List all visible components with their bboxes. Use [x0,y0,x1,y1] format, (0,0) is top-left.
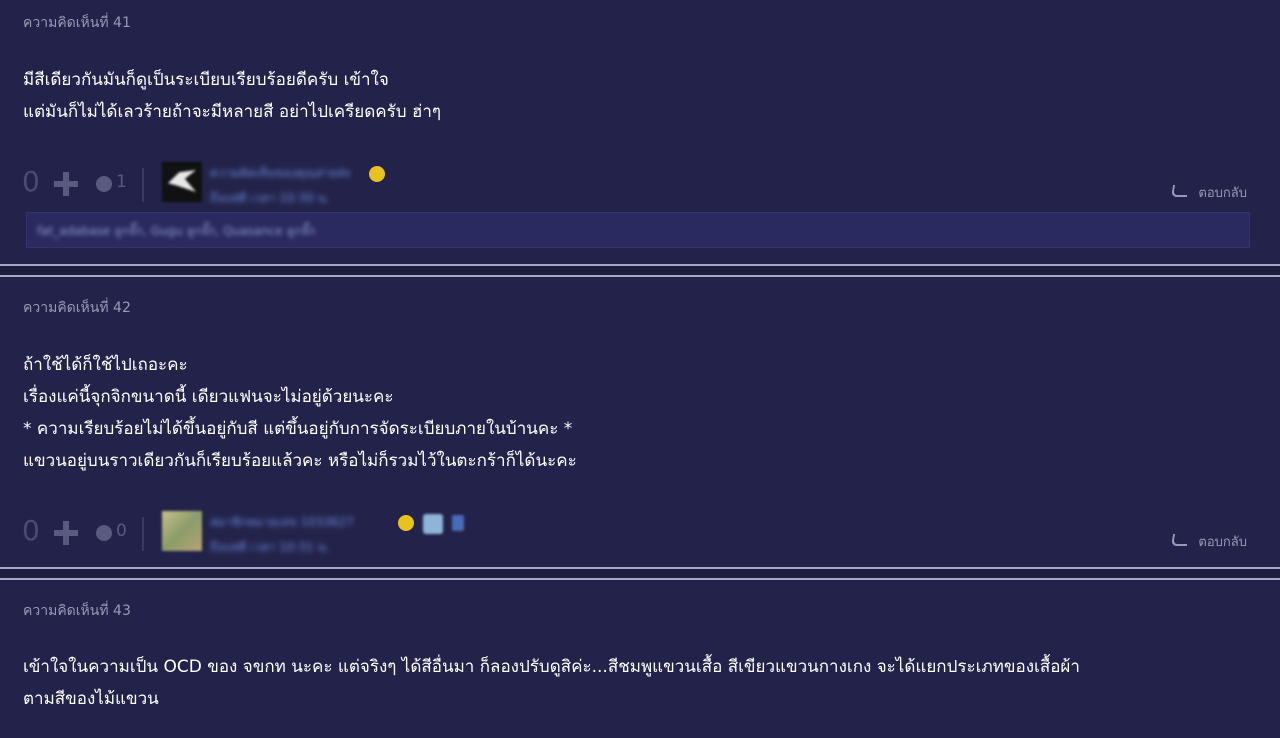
member-badge-icon [423,514,443,534]
reply-button[interactable]: ตอบกลับ [1171,182,1247,203]
comment-body: มีสีเดียวกันมันก็ดูเป็นระเบียบเรียบร้อยด… [23,64,1250,128]
comment-line: เข้าใจในความเป็น OCD ของ จขกท นะคะ แต่จร… [23,657,1080,677]
comment-43: ความคิดเห็นที่ 43 เข้าใจในความเป็น OCD ข… [0,580,1280,738]
comment-footer: 0 1 ความคิดเห็นของคุณสายส่ง ถึงแท่ดี เวล… [0,162,1280,208]
user-name-link[interactable]: สมาชิกหมายเลข 1033627 [210,513,354,532]
posted-time: ถึงแท่ดี เวลา 10:30 น. [210,191,330,205]
comment-body: ถ้าใช้ได้ก็ใช้ไปเถอะคะ เรื่องแค่นี้จุกจิ… [23,349,1250,477]
footer-divider [142,168,144,202]
comment-41: ความคิดเห็นที่ 41 มีสีเดียวกันมันก็ดูเป็… [0,0,1280,266]
likers-text[interactable]: fat_adabase ลูกจั๊ก, Gugu ลูกจั๊ก, Quasa… [37,222,315,241]
vote-count: 0 [22,165,40,198]
comment-line: ตามสีของไม้แขวน [23,689,159,709]
reply-label: ตอบกลับ [1198,535,1247,550]
emotion-count: 0 [116,521,127,541]
comment-number: ความคิดเห็นที่ 43 [23,603,131,619]
comment-number: ความคิดเห็นที่ 41 [23,15,131,31]
smile-badge-icon [398,515,414,531]
footer-divider [142,517,144,551]
comment-number: ความคิดเห็นที่ 42 [23,300,131,316]
comment-divider [0,264,1280,277]
comment-line: มีสีเดียวกันมันก็ดูเป็นระเบียบเรียบร้อยด… [23,70,389,90]
comment-footer: 0 0 สมาชิกหมายเลข 1033627 ถึงแท่ดี เวลา … [0,511,1280,557]
avatar[interactable] [162,162,202,202]
comment-line: ถ้าใช้ได้ก็ใช้ไปเถอะคะ [23,355,188,375]
facebook-badge-icon [452,515,464,531]
user-info: ความคิดเห็นของคุณสายส่ง ถึงแท่ดี เวลา 10… [210,164,350,208]
reply-button[interactable]: ตอบกลับ [1171,531,1247,552]
comment-line: แขวนอยู่บนราวเดียวกันก็เรียบร้อยแล้วคะ ห… [23,451,577,471]
comment-divider [0,567,1280,580]
plus-vote-icon[interactable] [54,172,78,196]
avatar-image [168,170,196,192]
comment-thread: ความคิดเห็นที่ 41 มีสีเดียวกันมันก็ดูเป็… [0,0,1280,738]
user-name-link[interactable]: ความคิดเห็นของคุณสายส่ง [210,164,350,183]
emotion-count: 1 [116,172,127,192]
user-info: สมาชิกหมายเลข 1033627 ถึงแท่ดี เวลา 10:3… [210,513,354,557]
reply-icon [1171,185,1190,197]
comment-body: เข้าใจในความเป็น OCD ของ จขกท นะคะ แต่จร… [23,651,1250,715]
avatar[interactable] [162,511,202,551]
comment-42: ความคิดเห็นที่ 42 ถ้าใช้ได้ก็ใช้ไปเถอะคะ… [0,277,1280,567]
reply-label: ตอบกลับ [1198,186,1247,201]
posted-time: ถึงแท่ดี เวลา 10:31 น. [210,540,330,554]
comment-line: * ความเรียบร้อยไม่ได้ขึ้นอยู่กับสี แต่ขึ… [23,419,573,439]
smile-badge-icon [369,166,385,182]
comment-line: แต่มันก็ไม่ได้เลวร้ายถ้าจะมีหลายสี อย่าไ… [23,102,442,122]
emotion-icon[interactable] [96,176,112,192]
comment-line: เรื่องแค่นี้จุกจิกขนาดนี้ เดียวแฟนจะไม่อ… [23,387,394,407]
likers-bar: fat_adabase ลูกจั๊ก, Gugu ลูกจั๊ก, Quasa… [26,212,1250,248]
emotion-icon[interactable] [96,525,112,541]
vote-count: 0 [22,514,40,547]
reply-icon [1171,534,1190,546]
plus-vote-icon[interactable] [54,521,78,545]
